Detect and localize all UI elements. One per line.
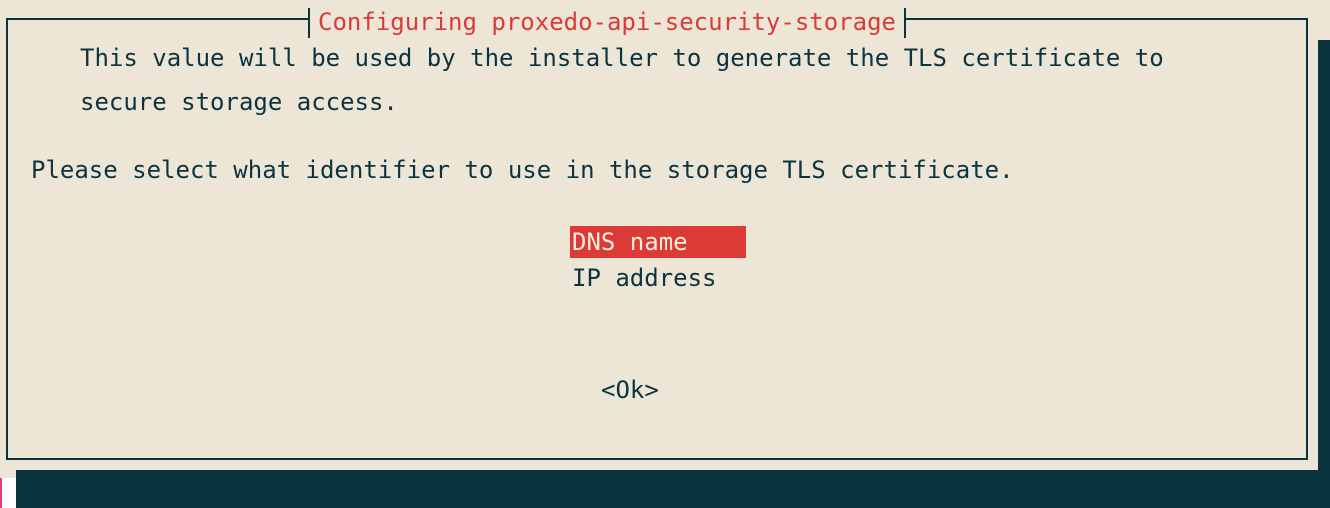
option-ip-address[interactable]: IP address bbox=[570, 262, 746, 294]
edge-fragment bbox=[0, 478, 16, 508]
option-dns-name[interactable]: DNS name bbox=[570, 226, 746, 258]
ok-button[interactable]: <Ok> bbox=[601, 374, 659, 406]
dialog-title: Configuring proxedo-api-security-storage bbox=[308, 6, 906, 38]
description-line-2: secure storage access. bbox=[80, 88, 398, 116]
selection-prompt: Please select what identifier to use in … bbox=[31, 156, 1014, 184]
dialog-shadow-right bbox=[1318, 40, 1330, 508]
description-line-1: This value will be used by the installer… bbox=[80, 44, 1164, 72]
dialog-shadow-bottom bbox=[16, 470, 1330, 508]
configuration-dialog: Configuring proxedo-api-security-storage… bbox=[0, 0, 1330, 508]
